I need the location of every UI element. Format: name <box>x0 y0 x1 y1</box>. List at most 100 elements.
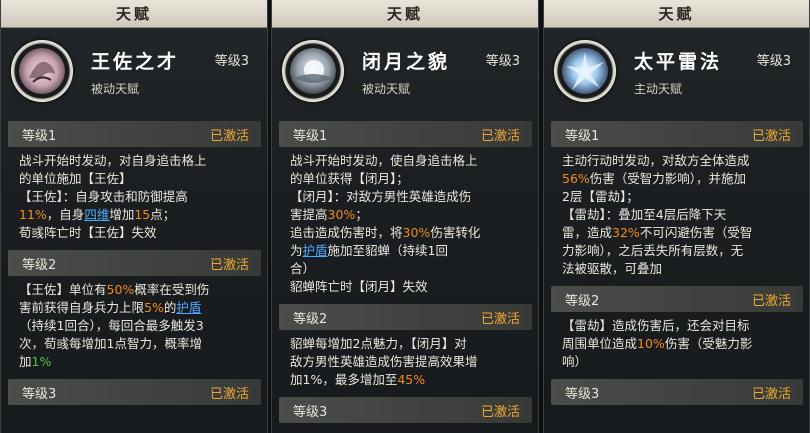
description-text: 伤害（受智力影响），并施加 <box>589 171 747 186</box>
description-text: 的 <box>163 300 177 315</box>
level-header-2: 等级2 已激活 <box>8 250 261 276</box>
description-text: 法被驱散，可叠加 <box>562 261 663 276</box>
description-text: 貂蝉每增加2点魅力，【闭月】对 <box>290 336 467 351</box>
panel-header: 天赋 <box>272 0 538 28</box>
description-line: 【闭月】：对敌方男性英雄造成伤 <box>290 188 522 206</box>
description-text: 的单位获得【闭月】； <box>290 171 409 186</box>
biyue-talent-icon[interactable] <box>282 40 344 102</box>
level-label: 等级2 <box>22 257 57 273</box>
description-line: 响） <box>562 353 793 371</box>
description-line: 周围单位造成10%伤害（受魅力影 <box>562 335 793 353</box>
talent-panel-wangzuo: 天赋 王佐之才 等级3 被动天赋 等级1 已激活 战斗开始时发动，对自身追击格上 的单… <box>0 0 268 433</box>
description-line: 【王佐】单位有50%概率在受到伤 <box>19 281 251 299</box>
description-text: 点； <box>150 207 176 222</box>
level-header-2: 等级2 已激活 <box>279 304 532 330</box>
keyword-link[interactable]: 四维 <box>84 207 109 222</box>
level-spacer <box>279 423 532 433</box>
description-line: 的单位施加【王佐】 <box>19 170 251 188</box>
description-line: 合） <box>290 260 522 278</box>
description-text: 【闭月】：对敌方男性英雄造成伤 <box>290 189 472 204</box>
description-text: 战斗开始时发动，使自身追击格上 <box>290 153 478 168</box>
level-description: 主动行动时发动，对敌方全体造成 56%伤害（受智力影响），并施加 2层【雷劫】； 【雷… <box>551 147 803 286</box>
highlight-value: 45% <box>397 372 426 387</box>
description-text: 【王佐】：自身攻击和防御提高 <box>19 189 188 204</box>
level-description: 貂蝉每增加2点魅力，【闭月】对 敌方男性英雄造成伤害提高效果增 加1%，最多增加至4… <box>279 330 532 397</box>
description-text: 貂蝉阵亡时【闭月】失效 <box>290 279 428 294</box>
highlight-value: 30% <box>327 207 356 222</box>
talent-level-list[interactable]: 等级1 已激活 主动行动时发动，对敌方全体造成 56%伤害（受智力影响），并施加 2层【… <box>551 121 803 415</box>
highlight-value: 1% <box>31 354 52 369</box>
wangzuo-talent-icon[interactable] <box>11 40 73 102</box>
description-line: 追击造成伤害时，将30%伤害转化 <box>290 224 522 242</box>
level-label: 等级1 <box>22 128 57 144</box>
description-text: 加 <box>19 354 32 369</box>
description-line: 加1% <box>19 353 251 371</box>
level-label: 等级1 <box>293 128 328 144</box>
description-line: 貂蝉每增加2点魅力，【闭月】对 <box>290 335 522 353</box>
description-text: 害提高 <box>290 207 328 222</box>
description-text: 响） <box>562 354 588 369</box>
taiping-leifa-talent-icon[interactable] <box>554 40 616 102</box>
highlight-value: 5% <box>144 300 164 315</box>
level-status-badge: 已激活 <box>480 404 520 420</box>
description-text: 【雷劫】造成伤害后，还会对目标 <box>562 318 750 333</box>
description-line: 56%伤害（受智力影响），并施加 <box>562 170 793 188</box>
talent-name: 王佐之才 <box>91 51 180 73</box>
description-text: 雷，造成 <box>562 225 613 240</box>
description-line: 【雷劫】：叠加至4层后降下天 <box>562 206 793 224</box>
description-line: 荀彧阵亡时【王佐】失效 <box>19 224 251 242</box>
level-status-badge: 已激活 <box>209 386 249 402</box>
description-line: 加1%，最多增加至45% <box>290 371 522 389</box>
keyword-link[interactable]: 护盾 <box>176 300 201 315</box>
level-label: 等级2 <box>293 311 328 327</box>
description-text: 增加 <box>109 207 135 222</box>
level-status-badge: 已激活 <box>480 128 520 144</box>
talent-type: 主动天赋 <box>634 82 683 96</box>
description-line: 【王佐】：自身攻击和防御提高 <box>19 188 251 206</box>
panel-header: 天赋 <box>1 0 267 28</box>
talent-level: 等级3 <box>756 54 791 69</box>
level-status-badge: 已激活 <box>751 386 791 402</box>
level-description: 战斗开始时发动，对自身追击格上 的单位施加【王佐】 【王佐】：自身攻击和防御提高 11… <box>8 147 261 250</box>
description-line: 的单位获得【闭月】； <box>290 170 522 188</box>
talent-level: 等级3 <box>485 54 520 69</box>
description-line: 貂蝉阵亡时【闭月】失效 <box>290 278 522 296</box>
talent-level: 等级3 <box>214 54 249 69</box>
description-line: 害提高30%； <box>290 206 522 224</box>
talent-level-list[interactable]: 等级1 已激活 战斗开始时发动，使自身追击格上 的单位获得【闭月】； 【闭月】：对敌方男… <box>279 121 532 433</box>
description-line: 害前获得自身兵力上限5%的护盾 <box>19 299 251 317</box>
level-label: 等级2 <box>565 293 600 309</box>
level-spacer <box>8 405 261 415</box>
description-text: 周围单位造成 <box>562 336 638 351</box>
keyword-link[interactable]: 护盾 <box>303 243 328 258</box>
level-status-badge: 已激活 <box>480 311 520 327</box>
level-status-badge: 已激活 <box>209 257 249 273</box>
description-text: 力影响），之后丢失所有层数，无 <box>562 243 744 258</box>
description-line: （持续1回合），每回合最多触发3 <box>19 317 251 335</box>
description-line: 力影响），之后丢失所有层数，无 <box>562 242 793 260</box>
level-spacer <box>551 405 803 415</box>
talent-type: 被动天赋 <box>91 82 140 96</box>
level-header-3: 等级3 已激活 <box>8 379 261 405</box>
talent-panel-taiping: 天赋 太平雷法 等级3 主动天赋 等级1 已激活 主动行动时发动，对敌方全体造成 56… <box>543 0 810 433</box>
description-text: 施加至貂蝉（持续1回 <box>327 243 448 258</box>
level-header-3: 等级3 已激活 <box>279 397 532 423</box>
description-text: 主动行动时发动，对敌方全体造成 <box>562 153 750 168</box>
level-header-1: 等级1 已激活 <box>8 121 261 147</box>
talent-panel-biyue: 天赋 闭月之貌 等级3 被动天赋 等级1 已激活 战斗开始时发动，使自身追击格上 的单… <box>271 0 539 433</box>
highlight-value: 15 <box>134 207 151 222</box>
description-text: （持续1回合），每回合最多触发3 <box>19 318 204 333</box>
talent-level-list[interactable]: 等级1 已激活 战斗开始时发动，对自身追击格上 的单位施加【王佐】 【王佐】：自身攻击和… <box>8 121 261 415</box>
description-text: 伤害转化 <box>430 225 481 240</box>
highlight-value: 56% <box>562 171 590 186</box>
level-description: 【王佐】单位有50%概率在受到伤 害前获得自身兵力上限5%的护盾 （持续1回合），每… <box>8 276 261 379</box>
description-text: 害前获得自身兵力上限 <box>19 300 145 315</box>
highlight-value: 50% <box>106 282 135 297</box>
description-text: 次，荀彧每增加1点智力，概率增 <box>19 336 202 351</box>
description-text: 【雷劫】：叠加至4层后降下天 <box>562 207 727 222</box>
description-text: 荀彧阵亡时【王佐】失效 <box>19 225 157 240</box>
description-text: 合） <box>290 261 316 276</box>
description-line: 次，荀彧每增加1点智力，概率增 <box>19 335 251 353</box>
description-text: 伤害（受魅力影 <box>664 336 753 351</box>
level-status-badge: 已激活 <box>209 128 249 144</box>
